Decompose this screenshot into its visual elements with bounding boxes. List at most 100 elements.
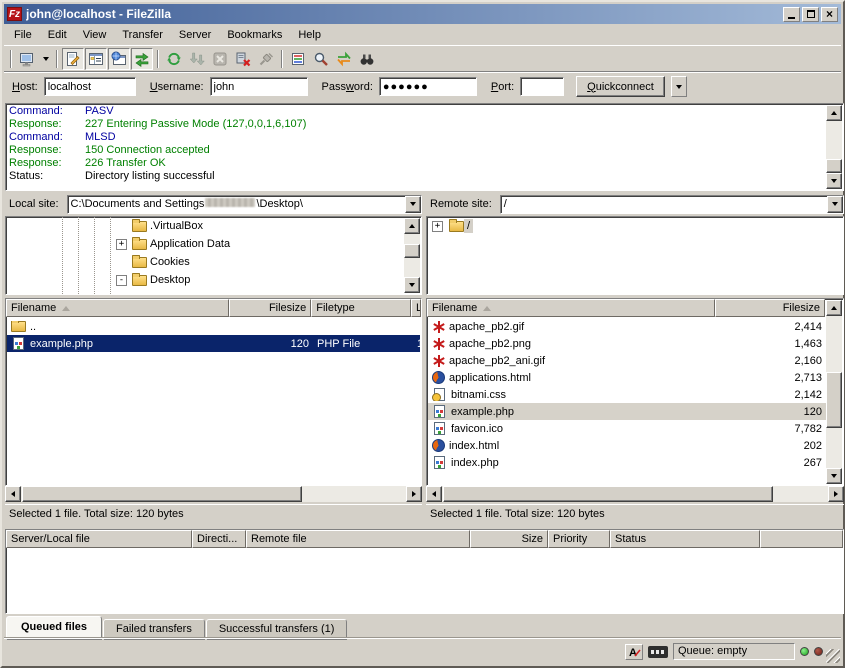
synchronized-browsing-button[interactable]: [333, 48, 355, 70]
column-header-server-local-file[interactable]: Server/Local file: [6, 530, 192, 548]
scroll-thumb[interactable]: [404, 244, 420, 258]
scroll-thumb[interactable]: [443, 486, 773, 502]
resize-grip[interactable]: [826, 649, 840, 663]
tree-item[interactable]: .VirtualBox: [6, 217, 421, 235]
quickconnect-button[interactable]: Quickconnect: [576, 76, 665, 97]
collapse-icon[interactable]: -: [116, 275, 127, 286]
file-row[interactable]: index.php267: [428, 454, 826, 471]
scroll-left-button[interactable]: [5, 486, 21, 502]
receive-activity-led-icon: [800, 647, 809, 656]
scroll-right-button[interactable]: [828, 486, 844, 502]
local-tree-scrollbar[interactable]: [404, 218, 420, 293]
data-type-indicator-button[interactable]: A: [625, 644, 643, 660]
local-list-hscrollbar[interactable]: [5, 486, 422, 502]
menu-help[interactable]: Help: [290, 27, 329, 43]
scroll-down-button[interactable]: [826, 468, 842, 484]
remote-site-combobox[interactable]: /: [500, 195, 844, 214]
column-header-filename[interactable]: Filename: [427, 299, 715, 317]
column-header-priority[interactable]: Priority: [548, 530, 610, 548]
column-header-filesize[interactable]: Filesize: [229, 299, 311, 317]
expand-icon[interactable]: +: [432, 221, 443, 232]
file-row[interactable]: applications.html2,713: [428, 369, 826, 386]
toggle-remote-tree-button[interactable]: [108, 48, 130, 70]
file-row[interactable]: bitnami.css2,142: [428, 386, 826, 403]
scroll-down-button[interactable]: [826, 173, 842, 189]
scroll-up-button[interactable]: [826, 300, 842, 316]
file-row[interactable]: example.php120: [428, 403, 826, 420]
menu-edit[interactable]: Edit: [40, 27, 75, 43]
close-button[interactable]: ×: [821, 7, 838, 22]
menu-transfer[interactable]: Transfer: [114, 27, 171, 43]
scroll-thumb[interactable]: [22, 486, 302, 502]
find-files-button[interactable]: [356, 48, 378, 70]
expand-icon[interactable]: +: [116, 239, 127, 250]
maximize-button[interactable]: [802, 7, 819, 22]
tree-item[interactable]: + /: [427, 217, 843, 235]
chevron-down-icon: [43, 57, 49, 61]
toggle-message-log-button[interactable]: [62, 48, 84, 70]
scroll-right-button[interactable]: [406, 486, 422, 502]
column-header-remote-file[interactable]: Remote file: [246, 530, 470, 548]
directory-comparison-button[interactable]: [310, 48, 332, 70]
local-site-combobox[interactable]: C:\Documents and Settings\Desktop\: [67, 195, 422, 214]
toggle-local-tree-button[interactable]: [85, 48, 107, 70]
minimize-button[interactable]: [783, 7, 800, 22]
column-header-status[interactable]: Status: [610, 530, 760, 548]
folder-icon: [132, 275, 147, 286]
remote-list-hscrollbar[interactable]: [426, 486, 844, 502]
menu-server[interactable]: Server: [171, 27, 219, 43]
tree-item[interactable]: - Desktop: [6, 271, 421, 289]
remote-list-scrollbar[interactable]: [826, 300, 842, 484]
scroll-up-button[interactable]: [404, 218, 420, 234]
remote-site-dropdown-button[interactable]: [827, 196, 843, 213]
column-header-direction[interactable]: Directi...: [192, 530, 246, 548]
scroll-thumb[interactable]: [826, 372, 842, 428]
tree-item[interactable]: + Application Data: [6, 235, 421, 253]
local-site-dropdown-button[interactable]: [405, 196, 421, 213]
scroll-down-button[interactable]: [404, 277, 420, 293]
disconnect-button[interactable]: [232, 48, 254, 70]
column-header-size[interactable]: Size: [470, 530, 548, 548]
column-header-filetype[interactable]: Filetype: [311, 299, 411, 317]
remote-site-label: Remote site:: [426, 198, 496, 210]
host-input[interactable]: [44, 77, 136, 96]
site-manager-button[interactable]: [16, 48, 38, 70]
scroll-up-button[interactable]: [826, 105, 842, 121]
tab-successful-transfers[interactable]: Successful transfers (1): [206, 619, 348, 640]
menu-file[interactable]: File: [6, 27, 40, 43]
file-row[interactable]: favicon.ico7,782: [428, 420, 826, 437]
password-input[interactable]: [379, 77, 477, 96]
column-header-filesize[interactable]: Filesize: [715, 299, 825, 317]
menu-bookmarks[interactable]: Bookmarks: [219, 27, 290, 43]
log-line: Response:150 Connection accepted: [9, 144, 823, 157]
local-site-row: Local site: C:\Documents and Settings\De…: [5, 194, 422, 214]
reconnect-button[interactable]: [255, 48, 277, 70]
cancel-operation-button[interactable]: [209, 48, 231, 70]
tree-item[interactable]: Cookies: [6, 253, 421, 271]
encryption-indicator-icon[interactable]: [648, 646, 668, 658]
title-bar[interactable]: Fz john@localhost - FileZilla ×: [4, 4, 841, 24]
scroll-thumb[interactable]: [826, 159, 842, 173]
tab-failed-transfers[interactable]: Failed transfers: [103, 619, 205, 640]
file-row[interactable]: ..: [7, 318, 420, 335]
file-row[interactable]: apache_pb2.gif2,414: [428, 318, 826, 335]
refresh-button[interactable]: [163, 48, 185, 70]
filter-button[interactable]: [287, 48, 309, 70]
site-manager-dropdown-button[interactable]: [39, 48, 52, 70]
tab-queued-files[interactable]: Queued files: [6, 616, 102, 640]
menu-view[interactable]: View: [75, 27, 115, 43]
toggle-transfer-queue-button[interactable]: [131, 48, 153, 70]
transfer-queue-icon: [134, 51, 150, 67]
scroll-left-button[interactable]: [426, 486, 442, 502]
process-queue-button[interactable]: [186, 48, 208, 70]
file-row[interactable]: apache_pb2.png1,463: [428, 335, 826, 352]
username-input[interactable]: [210, 77, 308, 96]
column-header-last-modified[interactable]: L: [411, 299, 421, 317]
port-input[interactable]: [520, 77, 564, 96]
log-scrollbar[interactable]: [826, 105, 842, 189]
column-header-filename[interactable]: Filename: [6, 299, 229, 317]
quickconnect-dropdown-button[interactable]: [671, 76, 687, 97]
file-row[interactable]: index.html202: [428, 437, 826, 454]
file-row[interactable]: example.php 120 PHP File 1: [7, 335, 420, 352]
file-row[interactable]: apache_pb2_ani.gif2,160: [428, 352, 826, 369]
